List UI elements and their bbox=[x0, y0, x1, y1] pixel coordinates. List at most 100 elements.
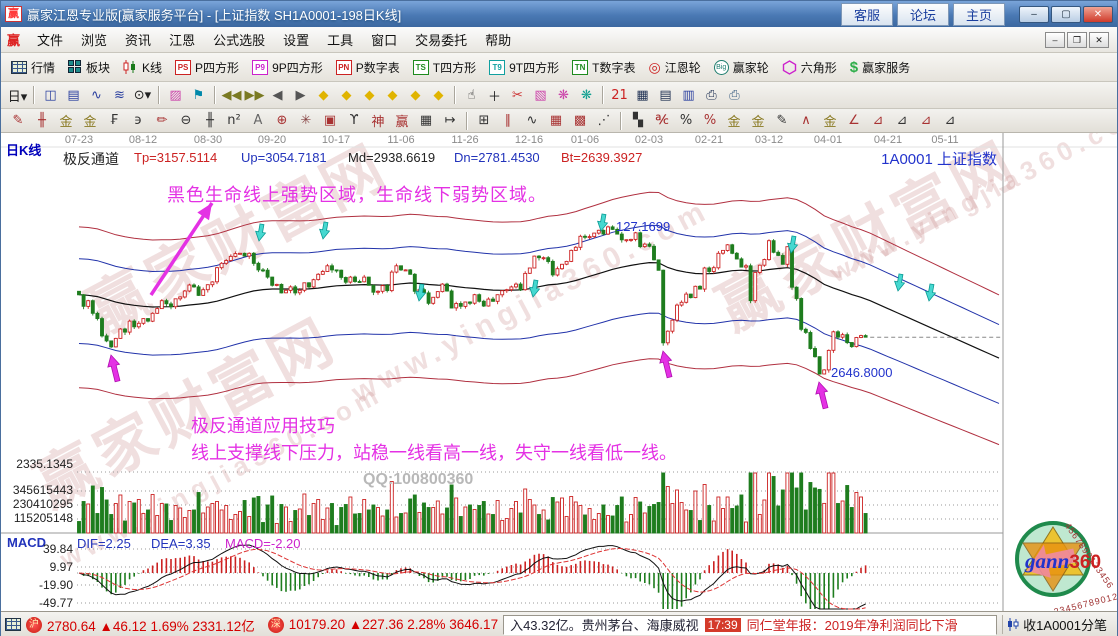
angle-grid-icon[interactable]: ▦ bbox=[544, 112, 568, 130]
grid-123-icon[interactable]: ▦ bbox=[414, 112, 438, 130]
menu-交易委托[interactable]: 交易委托 bbox=[406, 27, 476, 52]
quote-grid-icon[interactable] bbox=[5, 618, 21, 631]
child-minimize-button[interactable]: – bbox=[1045, 31, 1065, 48]
gann-diamond-cross-icon[interactable]: ◆ bbox=[381, 85, 404, 105]
gold-ratio-icon[interactable]: 金 bbox=[54, 112, 78, 130]
list-icon[interactable]: ▤ bbox=[62, 85, 85, 105]
menu-设置[interactable]: 设置 bbox=[274, 27, 318, 52]
wave9-icon[interactable]: ≋ bbox=[108, 85, 131, 105]
toolbar-item-P数字表[interactable]: PN P数字表 bbox=[332, 57, 407, 78]
scale-icon[interactable]: ╫ bbox=[198, 112, 222, 130]
angle-f-icon[interactable]: ⊿ bbox=[866, 112, 890, 130]
calculator-icon[interactable]: ▦ bbox=[631, 85, 654, 105]
first-bar-icon[interactable]: ◀◀ bbox=[220, 85, 243, 105]
wave-tool-icon[interactable]: ∿ bbox=[520, 112, 544, 130]
angle-j-icon[interactable]: ∠ bbox=[842, 112, 866, 130]
spiral-icon[interactable]: ϶ bbox=[126, 112, 150, 130]
chart-area[interactable]: 赢家财富网 www.yingjia360.com 赢家财富网 赢家财富网 www.yin… bbox=[1, 133, 1117, 611]
toolbar-item-T数字表[interactable]: TN T数字表 bbox=[568, 57, 642, 78]
mark-pen-icon[interactable]: ✎ bbox=[770, 112, 794, 130]
gann-diamond-right-icon[interactable]: ◆ bbox=[335, 85, 358, 105]
percent-line-icon[interactable]: % bbox=[698, 112, 722, 130]
angle-gold-icon[interactable]: ⊿ bbox=[890, 112, 914, 130]
square-number-icon[interactable]: n² bbox=[222, 112, 246, 130]
fork-icon[interactable]: ϒ bbox=[342, 112, 366, 130]
menu-江恩[interactable]: 江恩 bbox=[160, 27, 204, 52]
gann-diamond-left-icon[interactable]: ◆ bbox=[312, 85, 335, 105]
titlebar-button-forum[interactable]: 论坛 bbox=[896, 2, 949, 26]
gann-diamond-both-icon[interactable]: ◆ bbox=[358, 85, 381, 105]
gold-circle-icon[interactable]: 金 bbox=[722, 112, 746, 130]
fibo-icon[interactable]: ₣ bbox=[102, 112, 126, 130]
child-restore-button[interactable]: ❐ bbox=[1067, 31, 1087, 48]
toolbar-item-T四方形[interactable]: TS T四方形 bbox=[409, 57, 483, 78]
scissors-icon[interactable]: ✂ bbox=[506, 85, 529, 105]
zoom-selector[interactable]: ⊙▾ bbox=[131, 85, 154, 105]
toolbar-item-K线[interactable]: K线 bbox=[119, 57, 169, 78]
draw-pen-icon[interactable]: ✎ bbox=[6, 112, 30, 130]
shade-grid-icon[interactable]: ▩ bbox=[568, 112, 592, 130]
child-close-button[interactable]: ✕ bbox=[1089, 31, 1109, 48]
last-bar-icon[interactable]: ▶▶ bbox=[243, 85, 266, 105]
toolbar-item-板块[interactable]: 板块 bbox=[64, 57, 117, 78]
hand-icon[interactable]: ☝ bbox=[460, 85, 483, 105]
toolbar-item-六角形[interactable]: 六角形 bbox=[778, 57, 844, 78]
next-bar-icon[interactable]: ▶ bbox=[289, 85, 312, 105]
toolbar-item-9P四方形[interactable]: P9 9P四方形 bbox=[248, 57, 330, 78]
flag-icon[interactable]: ⚑ bbox=[187, 85, 210, 105]
peak-icon[interactable]: ∧ bbox=[794, 112, 818, 130]
pattern-icon[interactable]: ▨ bbox=[164, 85, 187, 105]
gann-box-icon[interactable]: ▣ bbox=[318, 112, 342, 130]
percent-range-icon[interactable]: ℀ bbox=[650, 112, 674, 130]
pencil-icon[interactable]: ✏ bbox=[150, 112, 174, 130]
menu-工具[interactable]: 工具 bbox=[318, 27, 362, 52]
print-icon[interactable]: ⎙ bbox=[723, 85, 746, 105]
export-icon[interactable]: ⎙ bbox=[700, 85, 723, 105]
save-icon[interactable]: ▥ bbox=[677, 85, 700, 105]
wave3-icon[interactable]: ∿ bbox=[85, 85, 108, 105]
news-ticker[interactable]: 入43.32亿。贵州茅台、海康威视 17:39 同仁堂年报：2019年净利润同比… bbox=[503, 614, 998, 635]
gann-diamond-star-icon[interactable]: ◆ bbox=[404, 85, 427, 105]
gann-fan-icon[interactable]: ✳ bbox=[294, 112, 318, 130]
parallel-icon[interactable]: ⋰ bbox=[592, 112, 616, 130]
percent-icon[interactable]: % bbox=[674, 112, 698, 130]
window-icon[interactable]: ◫ bbox=[39, 85, 62, 105]
close-button[interactable]: ✕ bbox=[1083, 5, 1113, 23]
menu-浏览[interactable]: 浏览 bbox=[72, 27, 116, 52]
flower-teal-icon[interactable]: ❋ bbox=[575, 85, 598, 105]
titlebar-button-service[interactable]: 客服 bbox=[840, 2, 893, 26]
menu-帮助[interactable]: 帮助 bbox=[476, 27, 520, 52]
gold-section-icon[interactable]: 金 bbox=[78, 112, 102, 130]
extend-icon[interactable]: ↦ bbox=[438, 112, 462, 130]
gann-diamond-target-icon[interactable]: ◆ bbox=[427, 85, 450, 105]
angle-shen-icon[interactable]: ⊿ bbox=[914, 112, 938, 130]
toolbar-item-P四方形[interactable]: PS P四方形 bbox=[171, 57, 246, 78]
menu-窗口[interactable]: 窗口 bbox=[362, 27, 406, 52]
tool-pattern-icon[interactable]: ▧ bbox=[529, 85, 552, 105]
cycle-icon[interactable]: ⊖ bbox=[174, 112, 198, 130]
period-selector[interactable]: 日▾ bbox=[6, 85, 29, 105]
flower-pink-icon[interactable]: ❋ bbox=[552, 85, 575, 105]
angle-win-icon[interactable]: ⊿ bbox=[938, 112, 962, 130]
menu-公式选股[interactable]: 公式选股 bbox=[204, 27, 274, 52]
restore-button[interactable]: ▢ bbox=[1051, 5, 1081, 23]
toolbar-item-行情[interactable]: 行情 bbox=[7, 57, 62, 78]
gann-circle-icon[interactable]: ⊕ bbox=[270, 112, 294, 130]
stat-icon[interactable]: ▚ bbox=[626, 112, 650, 130]
box-tool-icon[interactable]: ⊞ bbox=[472, 112, 496, 130]
gann-grid-icon[interactable]: ╫ bbox=[30, 112, 54, 130]
toolbar-item-赢家轮[interactable]: Big 赢家轮 bbox=[710, 57, 776, 78]
toolbar-item-赢家服务[interactable]: $ 赢家服务 bbox=[846, 57, 917, 78]
notes-icon[interactable]: ▤ bbox=[654, 85, 677, 105]
shen-tool-icon[interactable]: 神 bbox=[366, 112, 390, 130]
menu-文件[interactable]: 文件 bbox=[28, 27, 72, 52]
toolbar-item-9T四方形[interactable]: T9 9T四方形 bbox=[485, 57, 566, 78]
gold-angle-icon[interactable]: 金 bbox=[818, 112, 842, 130]
toolbar-item-江恩轮[interactable]: ◎ 江恩轮 bbox=[644, 57, 707, 78]
win-tool-icon[interactable]: 赢 bbox=[390, 112, 414, 130]
minimize-button[interactable]: – bbox=[1019, 5, 1049, 23]
prev-bar-icon[interactable]: ◀ bbox=[266, 85, 289, 105]
calendar-icon[interactable]: 21 bbox=[608, 85, 631, 105]
text-icon[interactable]: A bbox=[246, 112, 270, 130]
menu-资讯[interactable]: 资讯 bbox=[116, 27, 160, 52]
